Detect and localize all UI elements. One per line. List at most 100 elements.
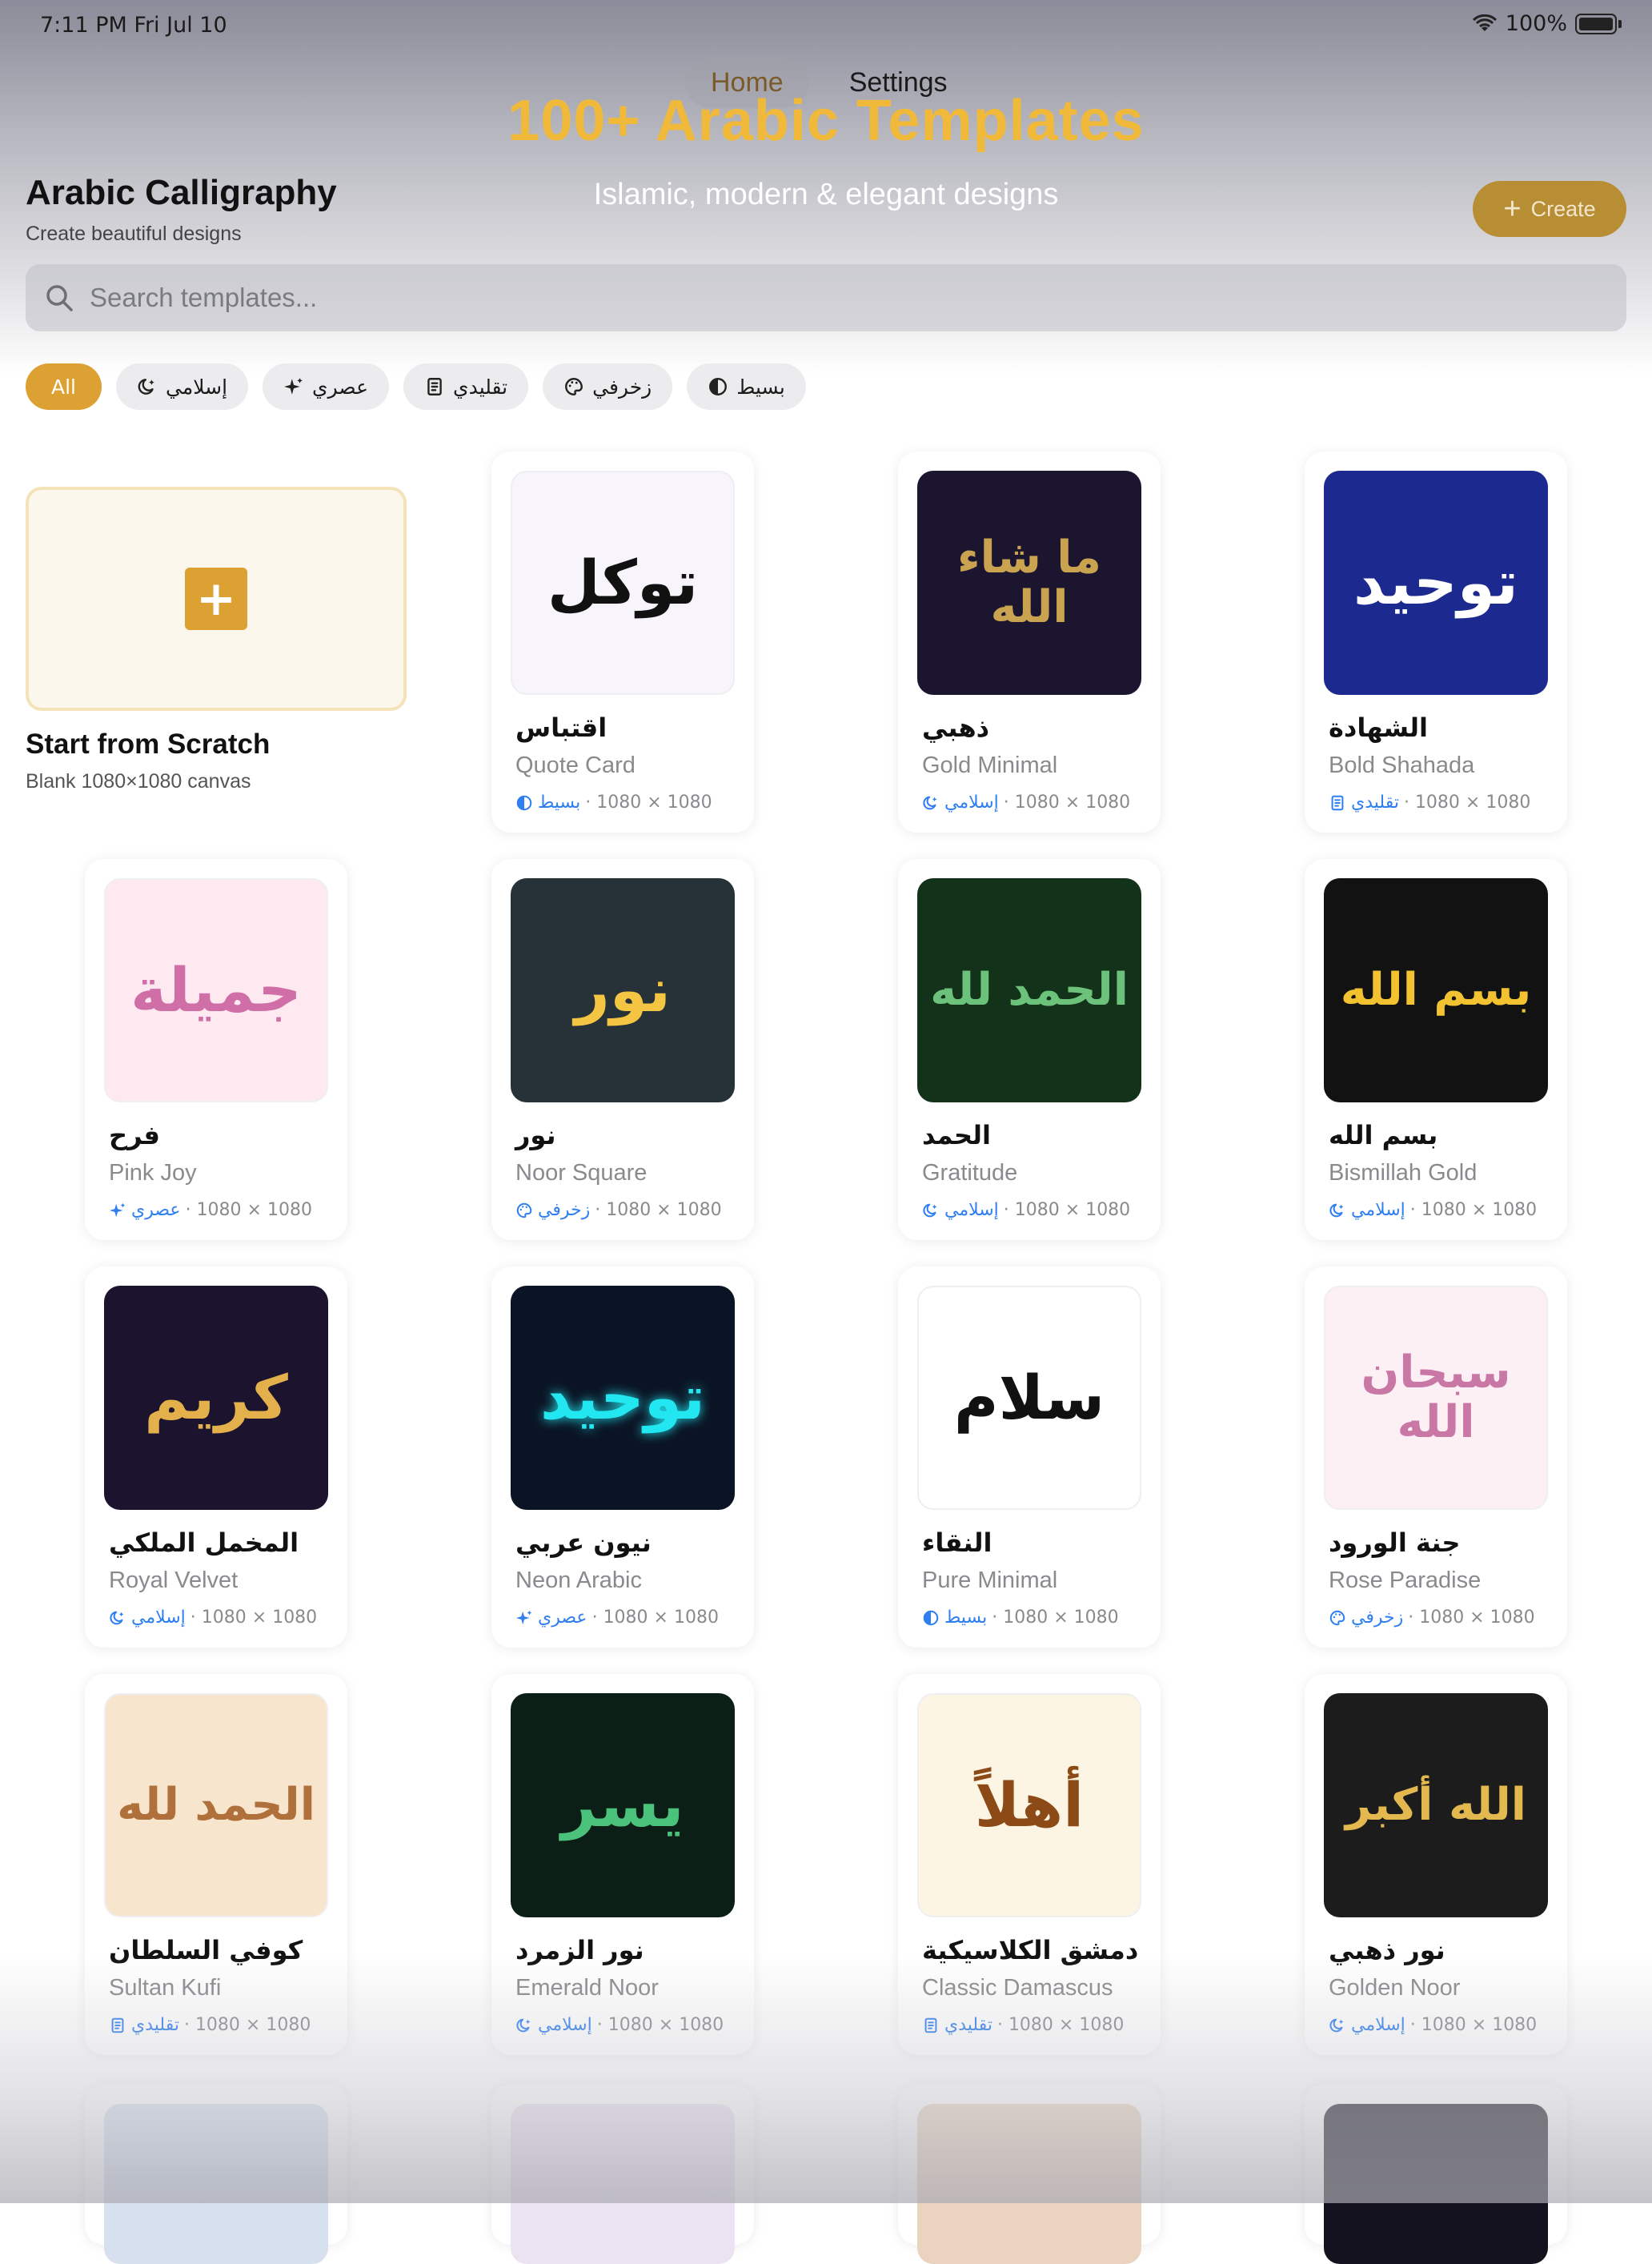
filter-chip-4[interactable]: زخرفي (543, 363, 673, 410)
template-card[interactable]: جميلة فرح Pink Joy عصري · 1080 × 1080 (85, 859, 347, 1240)
template-preview: أهلاً (917, 1693, 1141, 1917)
moon-icon (922, 1202, 940, 1219)
preview-text: ما شاء الله (957, 532, 1101, 633)
template-card[interactable]: توكل اقتباس Quote Card بسيط · 1080 × 1080 (491, 452, 754, 833)
template-meta: إسلامي · 1080 × 1080 (515, 2015, 724, 2035)
template-size: · 1080 × 1080 (190, 1608, 318, 1628)
template-preview: جميلة (104, 878, 328, 1102)
template-preview: الله أكبر (1324, 1693, 1548, 1917)
search-icon (46, 285, 73, 311)
filter-chip-0[interactable]: All (26, 363, 102, 410)
template-size: · 1080 × 1080 (1003, 1200, 1131, 1220)
template-meta: تقليدي · 1080 × 1080 (922, 2015, 1124, 2035)
template-category: تقليدي (944, 2015, 992, 2035)
battery-icon (1575, 13, 1617, 34)
battery-percent: 100% (1505, 11, 1567, 36)
template-card[interactable]: سلام النقاء Pure Minimal بسيط · 1080 × 1080 (898, 1266, 1161, 1648)
template-name: Pure Minimal (922, 1568, 1058, 1593)
filter-chip-5[interactable]: بسيط (687, 363, 806, 410)
template-preview: توكل (511, 471, 735, 695)
template-category: إسلامي (1351, 2015, 1405, 2035)
search-input[interactable] (88, 282, 1572, 314)
template-card[interactable]: نور نور Noor Square زخرفي · 1080 × 1080 (491, 859, 754, 1240)
contrast-icon (922, 1609, 940, 1627)
template-arabic-title: نور (515, 1120, 556, 1150)
create-label: Create (1530, 196, 1596, 221)
preview-text: الحمد لله (930, 964, 1129, 1017)
template-name: Gratitude (922, 1160, 1018, 1186)
create-button[interactable]: + Create (1473, 181, 1626, 237)
template-preview: كريم (104, 1286, 328, 1510)
moon-icon (1329, 2017, 1346, 2034)
sparkle-icon (109, 1202, 126, 1219)
template-card[interactable]: توحيد الشهادة Bold Shahada تقليدي · 1080 × 1… (1305, 452, 1567, 833)
template-preview: توحيد (1324, 471, 1548, 695)
moon-icon (922, 794, 940, 812)
template-name: Noor Square (515, 1160, 648, 1186)
template-category: إسلامي (538, 2015, 592, 2035)
template-card-partial[interactable] (491, 2085, 754, 2264)
template-preview: يسر (511, 1693, 735, 1917)
template-arabic-title: نيون عربي (515, 1527, 652, 1558)
palette-icon (563, 376, 584, 397)
filter-chip-3[interactable]: تقليدي (403, 363, 529, 410)
preview-text: الله أكبر (1345, 1779, 1526, 1832)
scratch-subtitle: Blank 1080×1080 canvas (26, 770, 251, 793)
filter-chip-label: إسلامي (166, 375, 228, 399)
sparkle-icon (283, 376, 304, 397)
filter-chip-2[interactable]: عصري (263, 363, 390, 410)
status-time: 7:11 PM Fri Jul 10 (40, 13, 227, 38)
preview-text: جميلة (130, 954, 302, 1026)
preview-text: توحيد (1353, 547, 1518, 619)
template-category: زخرفي (1351, 1608, 1404, 1628)
template-card[interactable]: سبحان الله جنة الورود Rose Paradise زخرفي · … (1305, 1266, 1567, 1648)
template-preview (1324, 2104, 1548, 2264)
template-card[interactable]: ما شاء الله ذهبي Gold Minimal إسلامي · 1080 … (898, 452, 1161, 833)
template-meta: إسلامي · 1080 × 1080 (922, 793, 1130, 813)
preview-text: الحمد لله (117, 1779, 315, 1832)
template-arabic-title: الشهادة (1329, 713, 1428, 743)
template-card[interactable]: يسر نور الزمرد Emerald Noor إسلامي · 1080 × … (491, 1674, 754, 2055)
preview-text: سلام (953, 1362, 1105, 1434)
template-size: · 1080 × 1080 (1409, 2015, 1538, 2035)
template-arabic-title: جنة الورود (1329, 1527, 1461, 1558)
template-card[interactable]: الله أكبر نور ذهبي Golden Noor إسلامي · 1080… (1305, 1674, 1567, 2055)
preview-text: توكل (547, 547, 699, 619)
template-meta: عصري · 1080 × 1080 (515, 1608, 719, 1628)
template-arabic-title: دمشق الكلاسيكية (922, 1935, 1139, 1965)
scroll-icon (922, 2017, 940, 2034)
template-card-partial[interactable] (898, 2085, 1161, 2264)
template-arabic-title: بسم الله (1329, 1120, 1438, 1150)
contrast-icon (708, 376, 728, 397)
template-card-partial[interactable] (85, 2085, 347, 2264)
moon-icon (109, 1609, 126, 1627)
template-card[interactable]: كريم المخمل الملكي Royal Velvet إسلامي · 108… (85, 1266, 347, 1648)
template-card-partial[interactable] (1305, 2085, 1567, 2264)
template-card[interactable]: أهلاً دمشق الكلاسيكية Classic Damascus تقلي… (898, 1674, 1161, 2055)
template-category: عصري (131, 1200, 181, 1220)
template-size: · 1080 × 1080 (585, 793, 712, 813)
template-card[interactable]: بسم الله بسم الله Bismillah Gold إسلامي · 10… (1305, 859, 1567, 1240)
template-meta: إسلامي · 1080 × 1080 (109, 1608, 317, 1628)
template-name: Neon Arabic (515, 1568, 642, 1593)
scroll-icon (1329, 794, 1346, 812)
template-name: Royal Velvet (109, 1568, 239, 1593)
template-card[interactable]: الحمد لله كوفي السلطان Sultan Kufi تقليدي · … (85, 1674, 347, 2055)
template-name: Bold Shahada (1329, 753, 1475, 778)
preview-text: كريم (144, 1362, 288, 1434)
template-size: · 1080 × 1080 (591, 1608, 719, 1628)
template-meta: زخرفي · 1080 × 1080 (1329, 1608, 1535, 1628)
wifi-icon (1472, 14, 1497, 31)
template-meta: تقليدي · 1080 × 1080 (1329, 793, 1530, 813)
template-meta: بسيط · 1080 × 1080 (515, 793, 712, 813)
template-meta: بسيط · 1080 × 1080 (922, 1608, 1119, 1628)
search-bar[interactable] (26, 264, 1626, 331)
moon-icon (137, 376, 158, 397)
category-filters: All إسلامي عصري تقليدي زخرفي بسيط (26, 363, 806, 410)
template-card[interactable]: الحمد لله الحمد Gratitude إسلامي · 1080 × 10… (898, 859, 1161, 1240)
filter-chip-1[interactable]: إسلامي (116, 363, 249, 410)
template-arabic-title: كوفي السلطان (109, 1935, 303, 1965)
start-from-scratch-card[interactable]: + (26, 487, 407, 711)
template-card[interactable]: توحيد نيون عربي Neon Arabic عصري · 1080 × 10… (491, 1266, 754, 1648)
template-name: Rose Paradise (1329, 1568, 1482, 1593)
